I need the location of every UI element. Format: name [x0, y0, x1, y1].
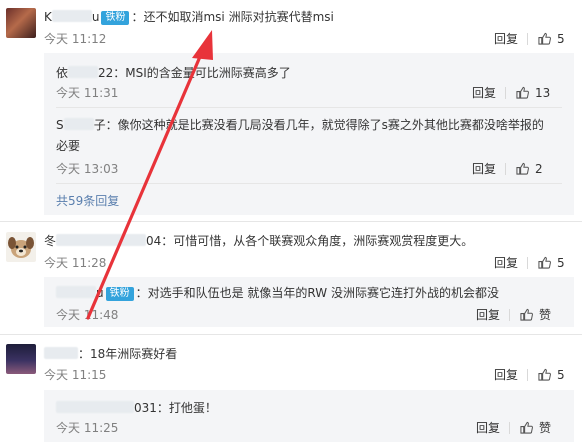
- like-button[interactable]: 2: [516, 161, 543, 177]
- reply-body: ：MSI的含金量可比洲际赛高多了: [113, 66, 291, 80]
- timestamp: 今天 11:25: [56, 421, 119, 435]
- like-button[interactable]: 赞: [520, 307, 551, 323]
- username[interactable]: [44, 347, 78, 361]
- like-count: 5: [557, 32, 565, 46]
- username[interactable]: S子: [56, 118, 106, 132]
- thumbs-up-icon: [520, 308, 533, 321]
- reply-button[interactable]: 回复: [472, 161, 496, 177]
- divider: [527, 257, 528, 269]
- like-button[interactable]: 赞: [520, 420, 551, 436]
- timestamp: 今天 11:28: [44, 256, 107, 270]
- reply-text: S 子：像你这种就是比赛没看几局没看几年，就觉得除了s赛之外其他比赛都没啥举报的: [56, 117, 544, 133]
- timestamp: 今天 11:48: [56, 308, 119, 322]
- avatar[interactable]: [6, 232, 36, 262]
- thumbs-up-icon: [538, 256, 551, 269]
- reply-body: ：像你这种就是比赛没看几局没看几年，就觉得除了s赛之外其他比赛都没啥举报的: [105, 118, 544, 132]
- thumbs-up-icon: [516, 86, 529, 99]
- like-count: 13: [535, 86, 551, 100]
- like-button[interactable]: 5: [538, 31, 565, 47]
- timestamp: 今天 11:15: [44, 368, 107, 382]
- reply-thread: 依 22：MSI的含金量可比洲际赛高多了 今天 11:31 回复 13 S 子：像你…: [44, 53, 574, 215]
- divider: [56, 107, 562, 108]
- like-button[interactable]: 5: [538, 367, 565, 383]
- comment-text: ：18年洲际赛好看: [44, 346, 177, 362]
- reply-button[interactable]: 回复: [494, 367, 518, 383]
- like-count: 5: [557, 256, 565, 270]
- timestamp: 今天 11:12: [44, 32, 107, 46]
- fan-badge: 铁粉: [105, 287, 134, 301]
- reply-thread: 031：打他蛋！ 今天 11:25 回复 赞: [44, 390, 574, 442]
- like-button[interactable]: 13: [516, 85, 550, 101]
- reply-button[interactable]: 回复: [476, 307, 500, 323]
- avatar[interactable]: [6, 344, 36, 374]
- username[interactable]: u: [56, 286, 104, 300]
- divider: [509, 422, 510, 434]
- dog-icon: [8, 237, 34, 258]
- reply-body: ：打他蛋！: [156, 401, 217, 415]
- username[interactable]: Ku: [44, 10, 99, 24]
- timestamp: 今天 11:31: [56, 86, 119, 100]
- comment-text: 冬 04：可惜可惜，从各个联赛观众角度，洲际赛观赏程度更大。: [44, 233, 473, 249]
- divider: [505, 87, 506, 99]
- thumbs-up-icon: [520, 421, 533, 434]
- reply-button[interactable]: 回复: [472, 85, 496, 101]
- like-button[interactable]: 5: [538, 255, 565, 271]
- timestamp: 今天 13:03: [56, 162, 119, 176]
- divider: [56, 183, 562, 184]
- divider: [0, 334, 582, 335]
- comment-text: Ku 铁粉 ：还不如取消msi 洲际对抗赛代替msi: [44, 9, 334, 25]
- thumbs-up-icon: [538, 368, 551, 381]
- like-count: 2: [535, 162, 543, 176]
- reply-button[interactable]: 回复: [494, 255, 518, 271]
- reply-thread: u 铁粉 ：对选手和队伍也是 就像当年的RW 没洲际赛它连打外战的机会都没 今天 1…: [44, 277, 574, 327]
- view-all-replies-link[interactable]: 共59条回复: [56, 193, 119, 209]
- reply-button[interactable]: 回复: [476, 420, 500, 436]
- fan-badge: 铁粉: [101, 11, 130, 25]
- comment-body: ：还不如取消msi 洲际对抗赛代替msi: [131, 10, 334, 24]
- divider: [0, 221, 582, 222]
- username[interactable]: 031: [56, 401, 157, 415]
- divider: [527, 369, 528, 381]
- thumbs-up-icon: [538, 32, 551, 45]
- username[interactable]: 冬 04: [44, 234, 161, 248]
- comment-body: ：可惜可惜，从各个联赛观众角度，洲际赛观赏程度更大。: [161, 234, 474, 248]
- reply-text: 依 22：MSI的含金量可比洲际赛高多了: [56, 65, 291, 81]
- avatar[interactable]: [6, 8, 36, 38]
- reply-text-continued: 必要: [56, 139, 81, 153]
- divider: [527, 33, 528, 45]
- like-count: 5: [557, 368, 565, 382]
- divider: [505, 163, 506, 175]
- reply-button[interactable]: 回复: [494, 31, 518, 47]
- reply-body: ：对选手和队伍也是 就像当年的RW 没洲际赛它连打外战的机会都没: [135, 286, 499, 300]
- like-count: 赞: [539, 421, 552, 435]
- username[interactable]: 依 22: [56, 66, 113, 80]
- like-count: 赞: [539, 308, 552, 322]
- divider: [509, 309, 510, 321]
- reply-text: 031：打他蛋！: [56, 400, 217, 416]
- thumbs-up-icon: [516, 162, 529, 175]
- reply-text: u 铁粉 ：对选手和队伍也是 就像当年的RW 没洲际赛它连打外战的机会都没: [56, 285, 499, 301]
- comment-body: ：18年洲际赛好看: [78, 347, 178, 361]
